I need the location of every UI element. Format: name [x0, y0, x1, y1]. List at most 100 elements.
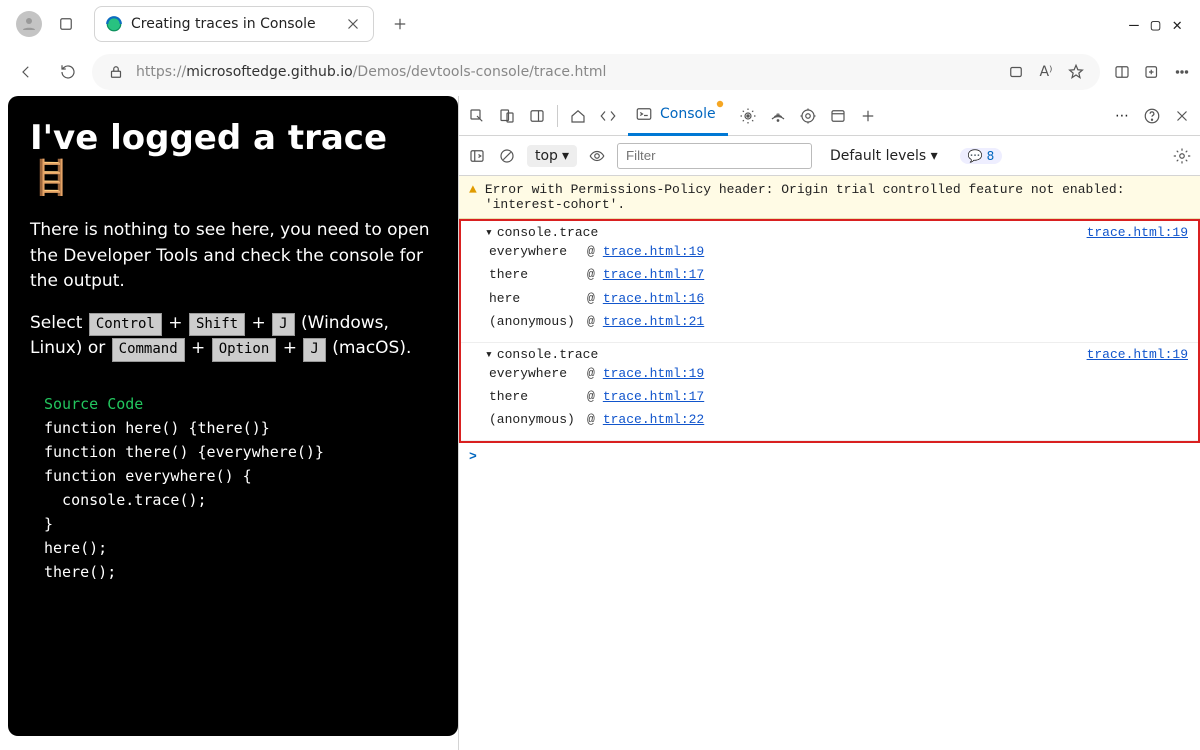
live-expression-icon[interactable] [587, 146, 607, 166]
read-aloud-icon[interactable]: A⁾ [1036, 62, 1056, 82]
help-icon[interactable] [1142, 106, 1162, 126]
key-j-mac: J [303, 338, 325, 362]
elements-tab-icon[interactable] [598, 106, 618, 126]
source-title: Source Code [44, 395, 143, 413]
application-tab-icon[interactable] [828, 106, 848, 126]
toolbar-right [1112, 62, 1192, 82]
back-button[interactable] [8, 54, 44, 90]
inspect-icon[interactable] [467, 106, 487, 126]
devtools-more-icon[interactable]: ⋯ [1112, 106, 1132, 126]
address-bar-row: https:// microsoftedge.github.io /Demos/… [0, 48, 1200, 96]
page-body: I've logged a trace 🪜 There is nothing t… [8, 96, 458, 736]
source-block: Source Code function here() {there()} fu… [30, 378, 436, 598]
stack-location-link[interactable]: trace.html:22 [603, 408, 704, 431]
sources-tab-icon[interactable] [738, 106, 758, 126]
url-bar[interactable]: https:// microsoftedge.github.io /Demos/… [92, 54, 1100, 90]
trace-source-link[interactable]: trace.html:19 [1087, 347, 1188, 362]
page-intro: There is nothing to see here, you need t… [30, 218, 436, 295]
stack-at: @ [587, 263, 595, 286]
minimize-button[interactable]: — [1129, 15, 1139, 34]
close-window-button[interactable]: ✕ [1172, 15, 1182, 34]
stack-at: @ [587, 287, 595, 310]
page-heading: I've logged a trace 🪜 [30, 118, 436, 198]
stack-frame: there @ trace.html:17 [485, 263, 1188, 286]
toggle-sidebar-icon[interactable] [467, 146, 487, 166]
trace-block: ▾ console.trace trace.html:19 everywhere @ tr… [461, 221, 1198, 343]
source-code: function here() {there()} function there… [44, 419, 324, 581]
device-toggle-icon[interactable] [497, 106, 517, 126]
clear-console-icon[interactable] [497, 146, 517, 166]
profile-avatar[interactable] [16, 11, 42, 37]
console-icon [634, 104, 654, 124]
issues-icon: 💬 [968, 149, 983, 163]
console-settings-icon[interactable] [1172, 146, 1192, 166]
devtools-panel: Console ⋯ top ▾ [458, 96, 1200, 750]
new-tab-button[interactable] [382, 6, 418, 42]
trace-label: console.trace [497, 225, 598, 240]
key-option: Option [212, 338, 277, 362]
ladder-icon: 🪜 [30, 158, 72, 198]
stack-location-link[interactable]: trace.html:19 [603, 240, 704, 263]
maximize-button[interactable]: ▢ [1151, 15, 1161, 34]
stack-at: @ [587, 385, 595, 408]
stack-function: everywhere [489, 362, 579, 385]
stack-frame: (anonymous)@trace.html:21 [485, 310, 1188, 333]
stack-function: there [489, 263, 579, 286]
close-tab-icon[interactable] [343, 14, 363, 34]
browser-tab[interactable]: Creating traces in Console [94, 6, 374, 42]
page-shortcut-help: Select Control + Shift + J (Windows, Lin… [30, 311, 436, 362]
stack-frame: here @ trace.html:16 [485, 287, 1188, 310]
more-icon[interactable] [1172, 62, 1192, 82]
devtools-tabs: Console ⋯ [459, 96, 1200, 136]
dock-side-icon[interactable] [527, 106, 547, 126]
disclosure-triangle-icon[interactable]: ▾ [485, 225, 493, 240]
stack-function: there [489, 385, 579, 408]
url-host: microsoftedge.github.io [186, 64, 353, 80]
context-selector[interactable]: top ▾ [527, 145, 577, 167]
console-warning: ▲ Error with Permissions-Policy header: … [459, 176, 1200, 219]
stack-function: everywhere [489, 240, 579, 263]
url-path: /Demos/devtools-console/trace.html [353, 64, 607, 80]
stack-location-link[interactable]: trace.html:21 [603, 310, 704, 333]
tab-actions-button[interactable] [48, 6, 84, 42]
trace-label: console.trace [497, 347, 598, 362]
console-prompt[interactable]: > [459, 443, 1200, 470]
stack-frame: (anonymous) @ trace.html:22 [485, 408, 1188, 431]
stack-location-link[interactable]: trace.html:16 [603, 287, 704, 310]
filter-input[interactable] [617, 143, 812, 169]
stack-at: @ [587, 240, 595, 263]
stack-at: @ [587, 408, 595, 431]
stack-function: here [489, 287, 579, 310]
stack-frame: everywhere@trace.html:19 [485, 362, 1188, 385]
warning-icon: ▲ [469, 182, 477, 197]
stack-location-link[interactable]: trace.html:17 [603, 385, 704, 408]
url-scheme: https:// [136, 64, 186, 80]
split-screen-icon[interactable] [1112, 62, 1132, 82]
stack-location-link[interactable]: trace.html:19 [603, 362, 704, 385]
welcome-tab-icon[interactable] [568, 106, 588, 126]
favorite-icon[interactable] [1066, 62, 1086, 82]
trace-block: ▾console.tracetrace.html:19everywhere@tr… [461, 343, 1198, 441]
stack-location-link[interactable]: trace.html:17 [603, 263, 704, 286]
page-heading-text: I've logged a trace [30, 118, 387, 158]
stack-function: (anonymous) [489, 408, 579, 431]
collections-icon[interactable] [1142, 62, 1162, 82]
add-tab-icon[interactable] [858, 106, 878, 126]
disclosure-triangle-icon[interactable]: ▾ [485, 347, 493, 362]
close-devtools-icon[interactable] [1172, 106, 1192, 126]
log-levels-dropdown[interactable]: Default levels ▾ [830, 148, 938, 164]
key-command: Command [112, 338, 185, 362]
stack-frame: there @ trace.html:17 [485, 385, 1188, 408]
trace-source-link[interactable]: trace.html:19 [1087, 225, 1188, 240]
issues-counter[interactable]: 💬 8 [960, 148, 1003, 164]
lock-icon [106, 62, 126, 82]
console-tab-label: Console [660, 106, 716, 122]
stack-frame: everywhere @ trace.html:19 [485, 240, 1188, 263]
network-tab-icon[interactable] [768, 106, 788, 126]
refresh-button[interactable] [50, 54, 86, 90]
console-tab[interactable]: Console [628, 96, 728, 136]
app-install-icon[interactable] [1006, 62, 1026, 82]
key-shift: Shift [189, 313, 245, 337]
performance-tab-icon[interactable] [798, 106, 818, 126]
tab-title: Creating traces in Console [131, 16, 316, 32]
